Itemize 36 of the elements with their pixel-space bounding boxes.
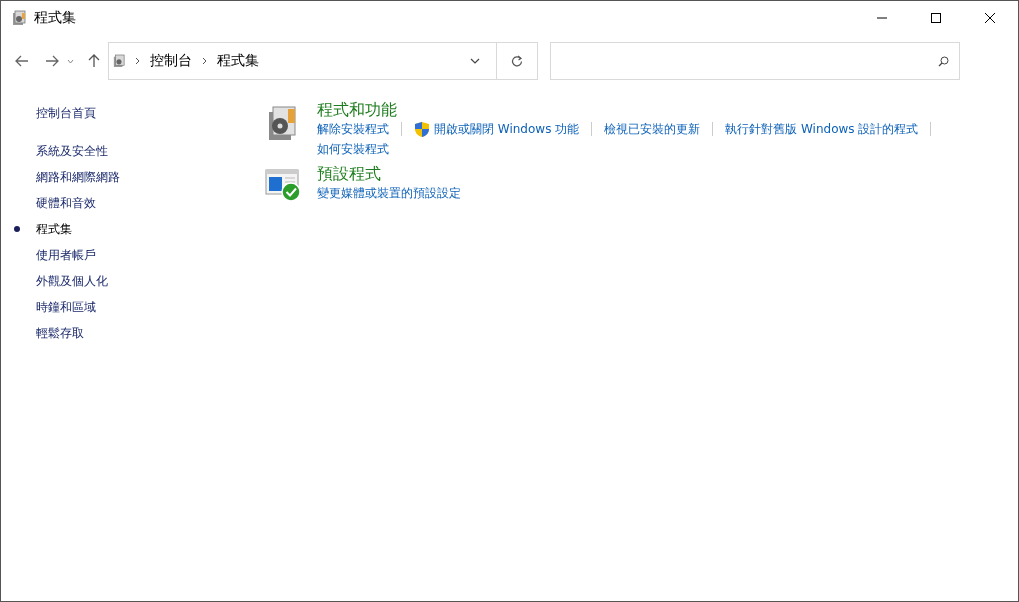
window-title: 程式集 (34, 9, 76, 27)
task-link[interactable]: 執行針對舊版 Windows 設計的程式 (725, 120, 919, 138)
task-link[interactable]: 檢視已安裝的更新 (604, 120, 701, 138)
address-bar[interactable]: 控制台 程式集 (108, 42, 538, 80)
task-link[interactable]: 如何安裝程式 (317, 140, 389, 158)
maximize-icon[interactable] (931, 13, 941, 23)
task-link[interactable]: 解除安裝程式 (317, 120, 389, 138)
task-link[interactable]: 變更媒體或裝置的預設設定 (317, 184, 461, 202)
sidebar-link[interactable]: 外觀及個人化 (36, 272, 108, 290)
sidebar-link[interactable]: 使用者帳戶 (36, 246, 96, 264)
default-programs-icon (265, 168, 303, 202)
sidebar-link[interactable]: 輕鬆存取 (36, 324, 84, 342)
programs-icon (12, 10, 26, 26)
breadcrumb-item[interactable]: 控制台 (150, 52, 192, 70)
forward-arrow-icon[interactable] (45, 55, 59, 67)
chevron-down-icon[interactable] (470, 58, 480, 64)
sidebar-link[interactable]: 硬體和音效 (36, 194, 96, 212)
sidebar-link[interactable]: 控制台首頁 (36, 104, 96, 122)
breadcrumb-item[interactable]: 程式集 (217, 52, 259, 70)
category-title[interactable]: 程式和功能 (317, 100, 997, 120)
sidebar-link[interactable]: 系統及安全性 (36, 142, 108, 160)
search-field[interactable] (550, 42, 960, 80)
shield-icon (414, 120, 430, 138)
sidebar-link[interactable]: 程式集 (36, 220, 72, 238)
refresh-icon[interactable] (511, 55, 523, 67)
sidebar-link[interactable]: 網路和網際網路 (36, 168, 120, 186)
category-title[interactable]: 預設程式 (317, 164, 997, 184)
chevron-right-icon (135, 57, 140, 65)
chevron-right-icon (202, 57, 207, 65)
programs-icon (113, 54, 125, 68)
task-link[interactable]: 開啟或關閉 Windows 功能 (434, 120, 580, 138)
sidebar-link[interactable]: 時鐘和區域 (36, 298, 96, 316)
search-icon (938, 55, 949, 67)
close-icon[interactable] (985, 13, 995, 23)
up-arrow-icon[interactable] (88, 54, 100, 68)
back-arrow-icon[interactable] (15, 55, 29, 67)
